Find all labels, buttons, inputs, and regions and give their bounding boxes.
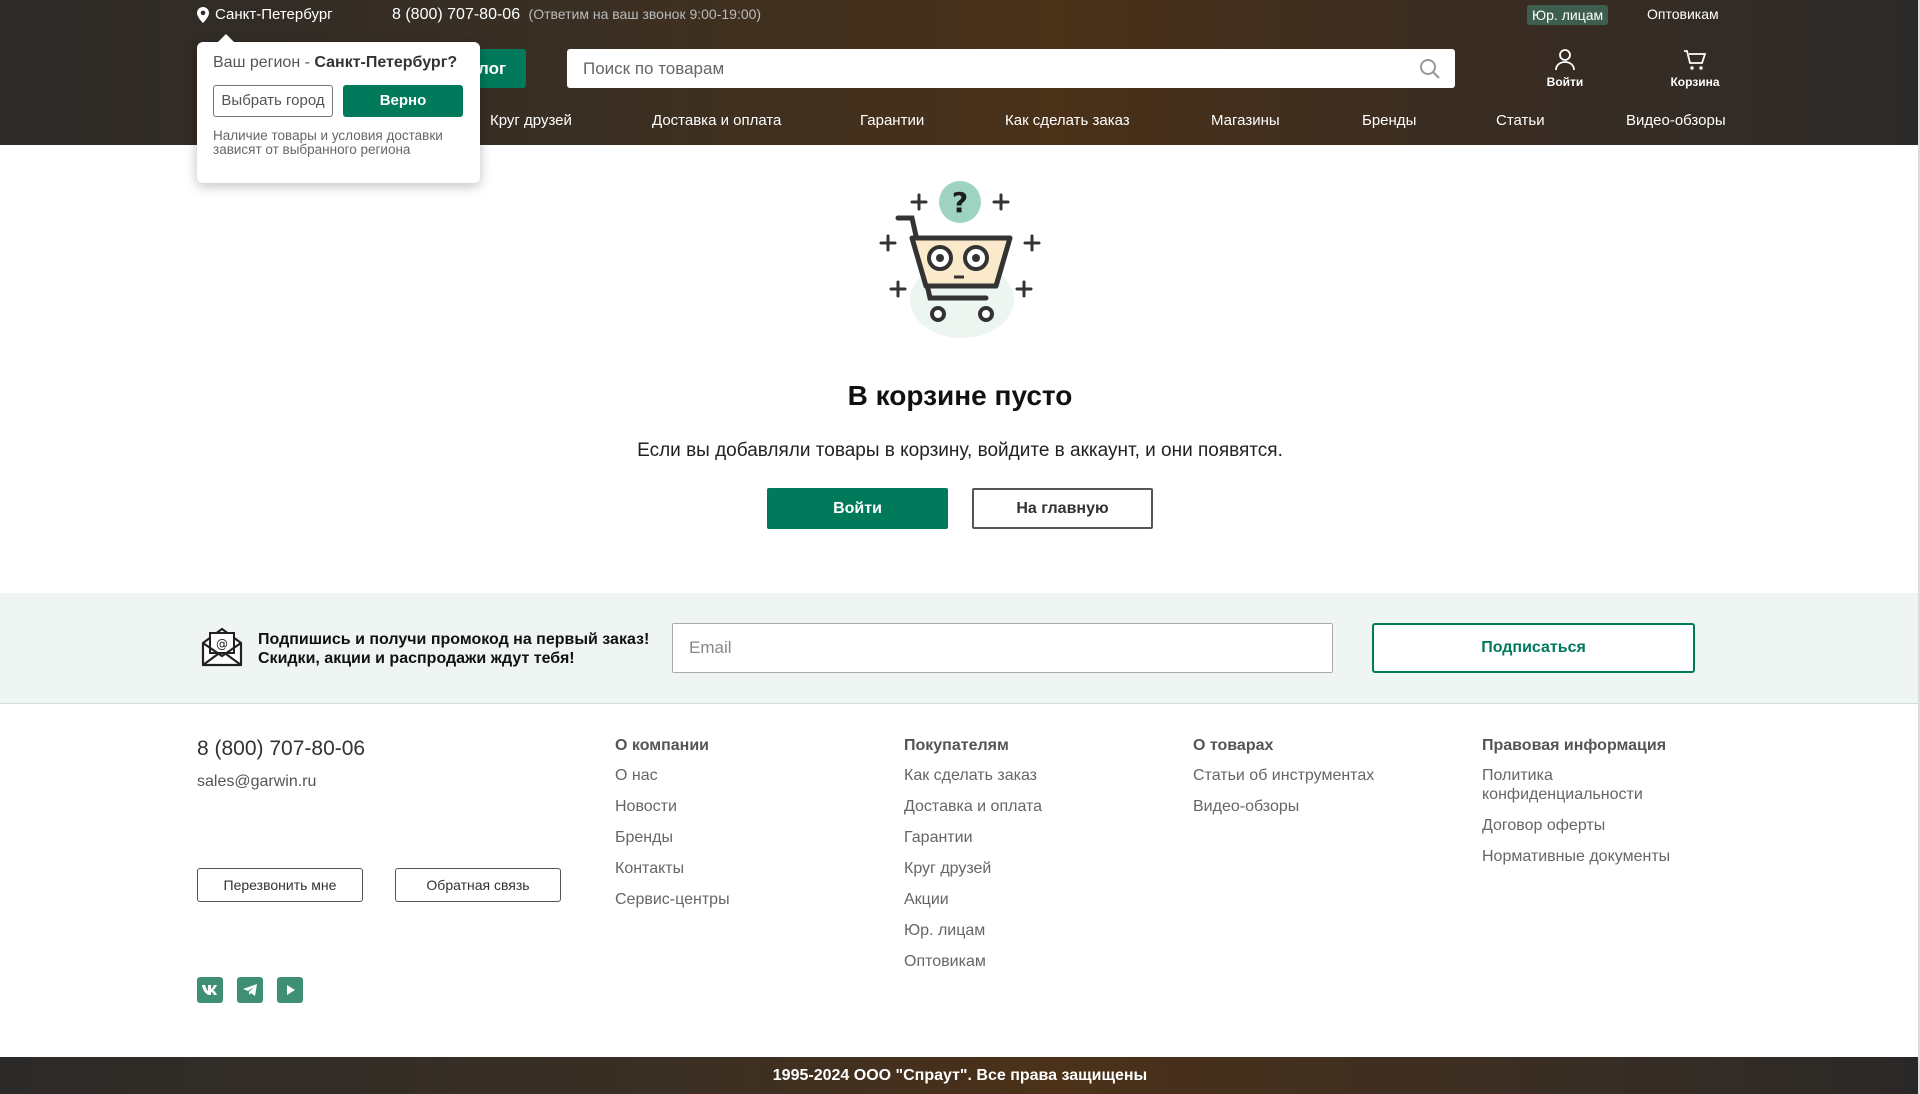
- footer-link[interactable]: Гарантии: [904, 828, 1042, 847]
- footer-link[interactable]: Договор оферты: [1482, 816, 1702, 835]
- footer: 8 (800) 707-80-06 sales@garwin.ru Перезв…: [0, 705, 1920, 1055]
- subscribe-line-1: Подпишись и получи промокод на первый за…: [258, 631, 650, 648]
- login-label: Войти: [1546, 75, 1584, 89]
- nav-item[interactable]: Гарантии: [860, 112, 924, 129]
- phone-number: 8 (800) 707-80-06: [392, 6, 521, 23]
- footer-link[interactable]: Как сделать заказ: [904, 766, 1042, 785]
- footer-link[interactable]: Бренды: [615, 828, 730, 847]
- telegram-icon[interactable]: [237, 977, 263, 1003]
- city-selector[interactable]: Санкт-Петербург: [197, 6, 333, 23]
- wholesale-link[interactable]: Оптовикам: [1647, 6, 1719, 22]
- search-input[interactable]: [567, 49, 1455, 88]
- home-button[interactable]: На главную: [972, 488, 1153, 529]
- svg-text:@: @: [216, 637, 228, 651]
- youtube-icon[interactable]: [277, 977, 303, 1003]
- footer-email[interactable]: sales@garwin.ru: [197, 773, 316, 791]
- footer-column-title: Правовая информация: [1482, 737, 1667, 754]
- city-label: Санкт-Петербург: [215, 6, 333, 23]
- header-phone[interactable]: 8 (800) 707-80-06 (Ответим на ваш звонок…: [392, 6, 761, 24]
- callback-button[interactable]: Перезвонить мне: [197, 868, 363, 902]
- user-icon: [1555, 49, 1575, 71]
- cart-action[interactable]: Корзина: [1665, 49, 1725, 89]
- footer-column-legal: Правовая информация Политика конфиденциа…: [1482, 737, 1702, 878]
- subscribe-line-2: Скидки, акции и распродажи ждут тебя!: [258, 650, 575, 667]
- region-popup: Ваш регион - Санкт-Петербург? Выбрать го…: [197, 34, 480, 183]
- footer-link[interactable]: Контакты: [615, 859, 730, 878]
- footer-link[interactable]: Нормативные документы: [1482, 847, 1702, 866]
- footer-column-products: О товарах Статьи об инструментах Видео-о…: [1193, 737, 1374, 828]
- region-city: Санкт-Петербург?: [314, 54, 458, 71]
- search-box: [567, 49, 1455, 88]
- footer-link[interactable]: Новости: [615, 797, 730, 816]
- footer-phone[interactable]: 8 (800) 707-80-06: [197, 737, 365, 761]
- nav-item[interactable]: Как сделать заказ: [1005, 112, 1130, 129]
- footer-link[interactable]: Политика конфиденциальности: [1482, 766, 1702, 804]
- copyright-bar: 1995-2024 ООО "Спраут". Все права защище…: [0, 1057, 1920, 1094]
- nav-item[interactable]: Статьи: [1496, 112, 1545, 129]
- footer-link[interactable]: Доставка и оплата: [904, 797, 1042, 816]
- footer-link[interactable]: Видео-обзоры: [1193, 797, 1374, 816]
- nav-item[interactable]: Видео-обзоры: [1626, 112, 1726, 129]
- legal-entities-link[interactable]: Юр. лицам: [1527, 5, 1609, 25]
- subscribe-text: Подпишись и получи промокод на первый за…: [258, 630, 649, 668]
- nav-item[interactable]: Круг друзей: [490, 112, 572, 129]
- search-icon[interactable]: [1419, 58, 1441, 80]
- footer-link[interactable]: Акции: [904, 890, 1042, 909]
- region-note: Наличие товары и условия доставки завися…: [213, 128, 443, 157]
- region-question-prefix: Ваш регион -: [213, 54, 315, 71]
- cart-label: Корзина: [1670, 75, 1720, 89]
- footer-link[interactable]: Статьи об инструментах: [1193, 766, 1374, 785]
- footer-column-company: О компании О нас Новости Бренды Контакты…: [615, 737, 730, 921]
- subscribe-button[interactable]: Подписаться: [1372, 623, 1695, 673]
- mail-icon: @: [201, 627, 243, 667]
- empty-cart-illustration: ?: [879, 181, 1041, 338]
- nav-item[interactable]: Доставка и оплата: [652, 112, 781, 129]
- login-action[interactable]: Войти: [1535, 49, 1595, 89]
- footer-link[interactable]: О нас: [615, 766, 730, 785]
- footer-link[interactable]: Круг друзей: [904, 859, 1042, 878]
- choose-city-button[interactable]: Выбрать город: [213, 85, 333, 117]
- confirm-city-button[interactable]: Верно: [343, 85, 463, 117]
- nav-item[interactable]: Бренды: [1362, 112, 1416, 129]
- nav-item[interactable]: Магазины: [1211, 112, 1280, 129]
- email-field-wrap: [672, 623, 1333, 673]
- empty-cart-description: Если вы добавляли товары в корзину, войд…: [637, 440, 1283, 461]
- region-question: Ваш регион - Санкт-Петербург?: [213, 54, 464, 72]
- footer-link[interactable]: Оптовикам: [904, 952, 1042, 971]
- footer-column-title: О компании: [615, 737, 709, 754]
- svg-text:?: ?: [952, 186, 968, 219]
- footer-link[interactable]: Сервис-центры: [615, 890, 730, 909]
- vk-icon[interactable]: [197, 977, 223, 1003]
- location-pin-icon: [197, 6, 209, 23]
- topbar: Санкт-Петербург 8 (800) 707-80-06 (Ответ…: [197, 0, 1722, 30]
- footer-column-title: О товарах: [1193, 737, 1274, 754]
- footer-link[interactable]: Юр. лицам: [904, 921, 1042, 940]
- login-button[interactable]: Войти: [767, 488, 948, 529]
- subscribe-banner: @ Подпишись и получи промокод на первый …: [0, 593, 1920, 704]
- email-field[interactable]: [673, 624, 1332, 672]
- empty-cart-title: В корзине пусто: [847, 380, 1073, 411]
- footer-column-customers: Покупателям Как сделать заказ Доставка и…: [904, 737, 1042, 983]
- footer-column-title: Покупателям: [904, 737, 1009, 754]
- cart-icon: [1684, 50, 1707, 70]
- phone-note: (Ответим на ваш звонок 9:00-19:00): [528, 6, 762, 22]
- feedback-button[interactable]: Обратная связь: [395, 868, 561, 902]
